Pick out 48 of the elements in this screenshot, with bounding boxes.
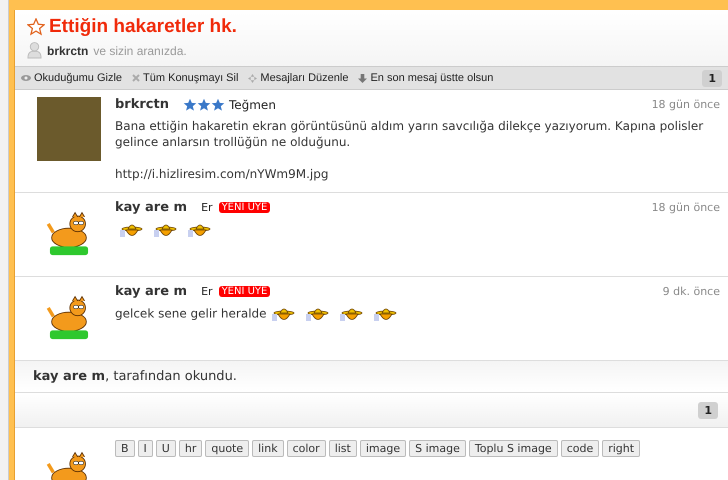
- format-button[interactable]: U: [156, 440, 176, 457]
- format-button[interactable]: quote: [205, 440, 250, 457]
- participant-name[interactable]: brkrctn: [47, 44, 88, 58]
- post-time: 18 gün önce: [652, 201, 720, 214]
- toolbar-button[interactable]: Okuduğumu Gizle: [21, 72, 122, 84]
- rank-title: Er: [201, 285, 213, 298]
- format-button[interactable]: right: [602, 440, 640, 457]
- close-icon: [132, 74, 140, 82]
- format-button[interactable]: image: [360, 440, 406, 457]
- rank-title: Er: [201, 201, 213, 214]
- post-time: 18 gün önce: [652, 98, 720, 111]
- new-member-badge: YENİ ÜYE: [218, 202, 270, 213]
- toolbar-button[interactable]: Tüm Konuşmayı Sil: [132, 72, 238, 84]
- participants-text: ve sizin aranızda.: [93, 44, 187, 58]
- star-icon: [196, 98, 211, 112]
- format-button[interactable]: hr: [178, 440, 202, 457]
- post-time: 9 dk. önce: [662, 285, 720, 298]
- author-name[interactable]: brkrctn: [115, 97, 169, 112]
- star-icon: [210, 98, 225, 112]
- message-text: gelcek sene gelir heralde: [115, 306, 267, 320]
- message-text: http://i.hizliresim.com/nYWm9M.jpg: [115, 167, 328, 181]
- page-number[interactable]: 1: [702, 70, 722, 86]
- rank-title: Teğmen: [228, 98, 276, 112]
- toolbar-button[interactable]: En son mesaj üstte olsun: [358, 72, 494, 84]
- format-button[interactable]: list: [328, 440, 357, 457]
- author-name[interactable]: kay are m: [115, 200, 188, 215]
- down-arrow-icon: [358, 74, 368, 82]
- reader-name[interactable]: kay are m: [33, 369, 106, 384]
- new-member-badge: YENİ ÜYE: [218, 286, 270, 297]
- star-icon[interactable]: [27, 18, 45, 36]
- author-name[interactable]: kay are m: [115, 284, 188, 299]
- message-text: Bana ettiğin hakaretin ekran görüntüsünü aldım yarın savcılığa dilekçe yazıyorum. Kapına polisler gelince anlarsın trollüğün ne olduğunu.: [115, 119, 704, 149]
- eye-icon: [21, 74, 31, 82]
- star-icon: [182, 98, 197, 112]
- toolbar-button[interactable]: Mesajları Düzenle: [248, 72, 348, 84]
- conversation-title: Ettiğin hakaretler hk.: [49, 16, 237, 38]
- format-button[interactable]: I: [138, 440, 153, 457]
- move-icon: [248, 74, 258, 82]
- photo-placeholder: [37, 97, 101, 161]
- format-button[interactable]: link: [252, 440, 284, 457]
- format-button[interactable]: code: [560, 440, 600, 457]
- person-icon: [27, 42, 42, 59]
- read-notice-text: , tarafından okundu.: [105, 369, 237, 384]
- format-button[interactable]: color: [286, 440, 326, 457]
- format-button[interactable]: B: [115, 440, 135, 457]
- format-button[interactable]: S image: [409, 440, 466, 457]
- page-number[interactable]: 1: [698, 402, 718, 418]
- format-button[interactable]: Toplu S image: [468, 440, 558, 457]
